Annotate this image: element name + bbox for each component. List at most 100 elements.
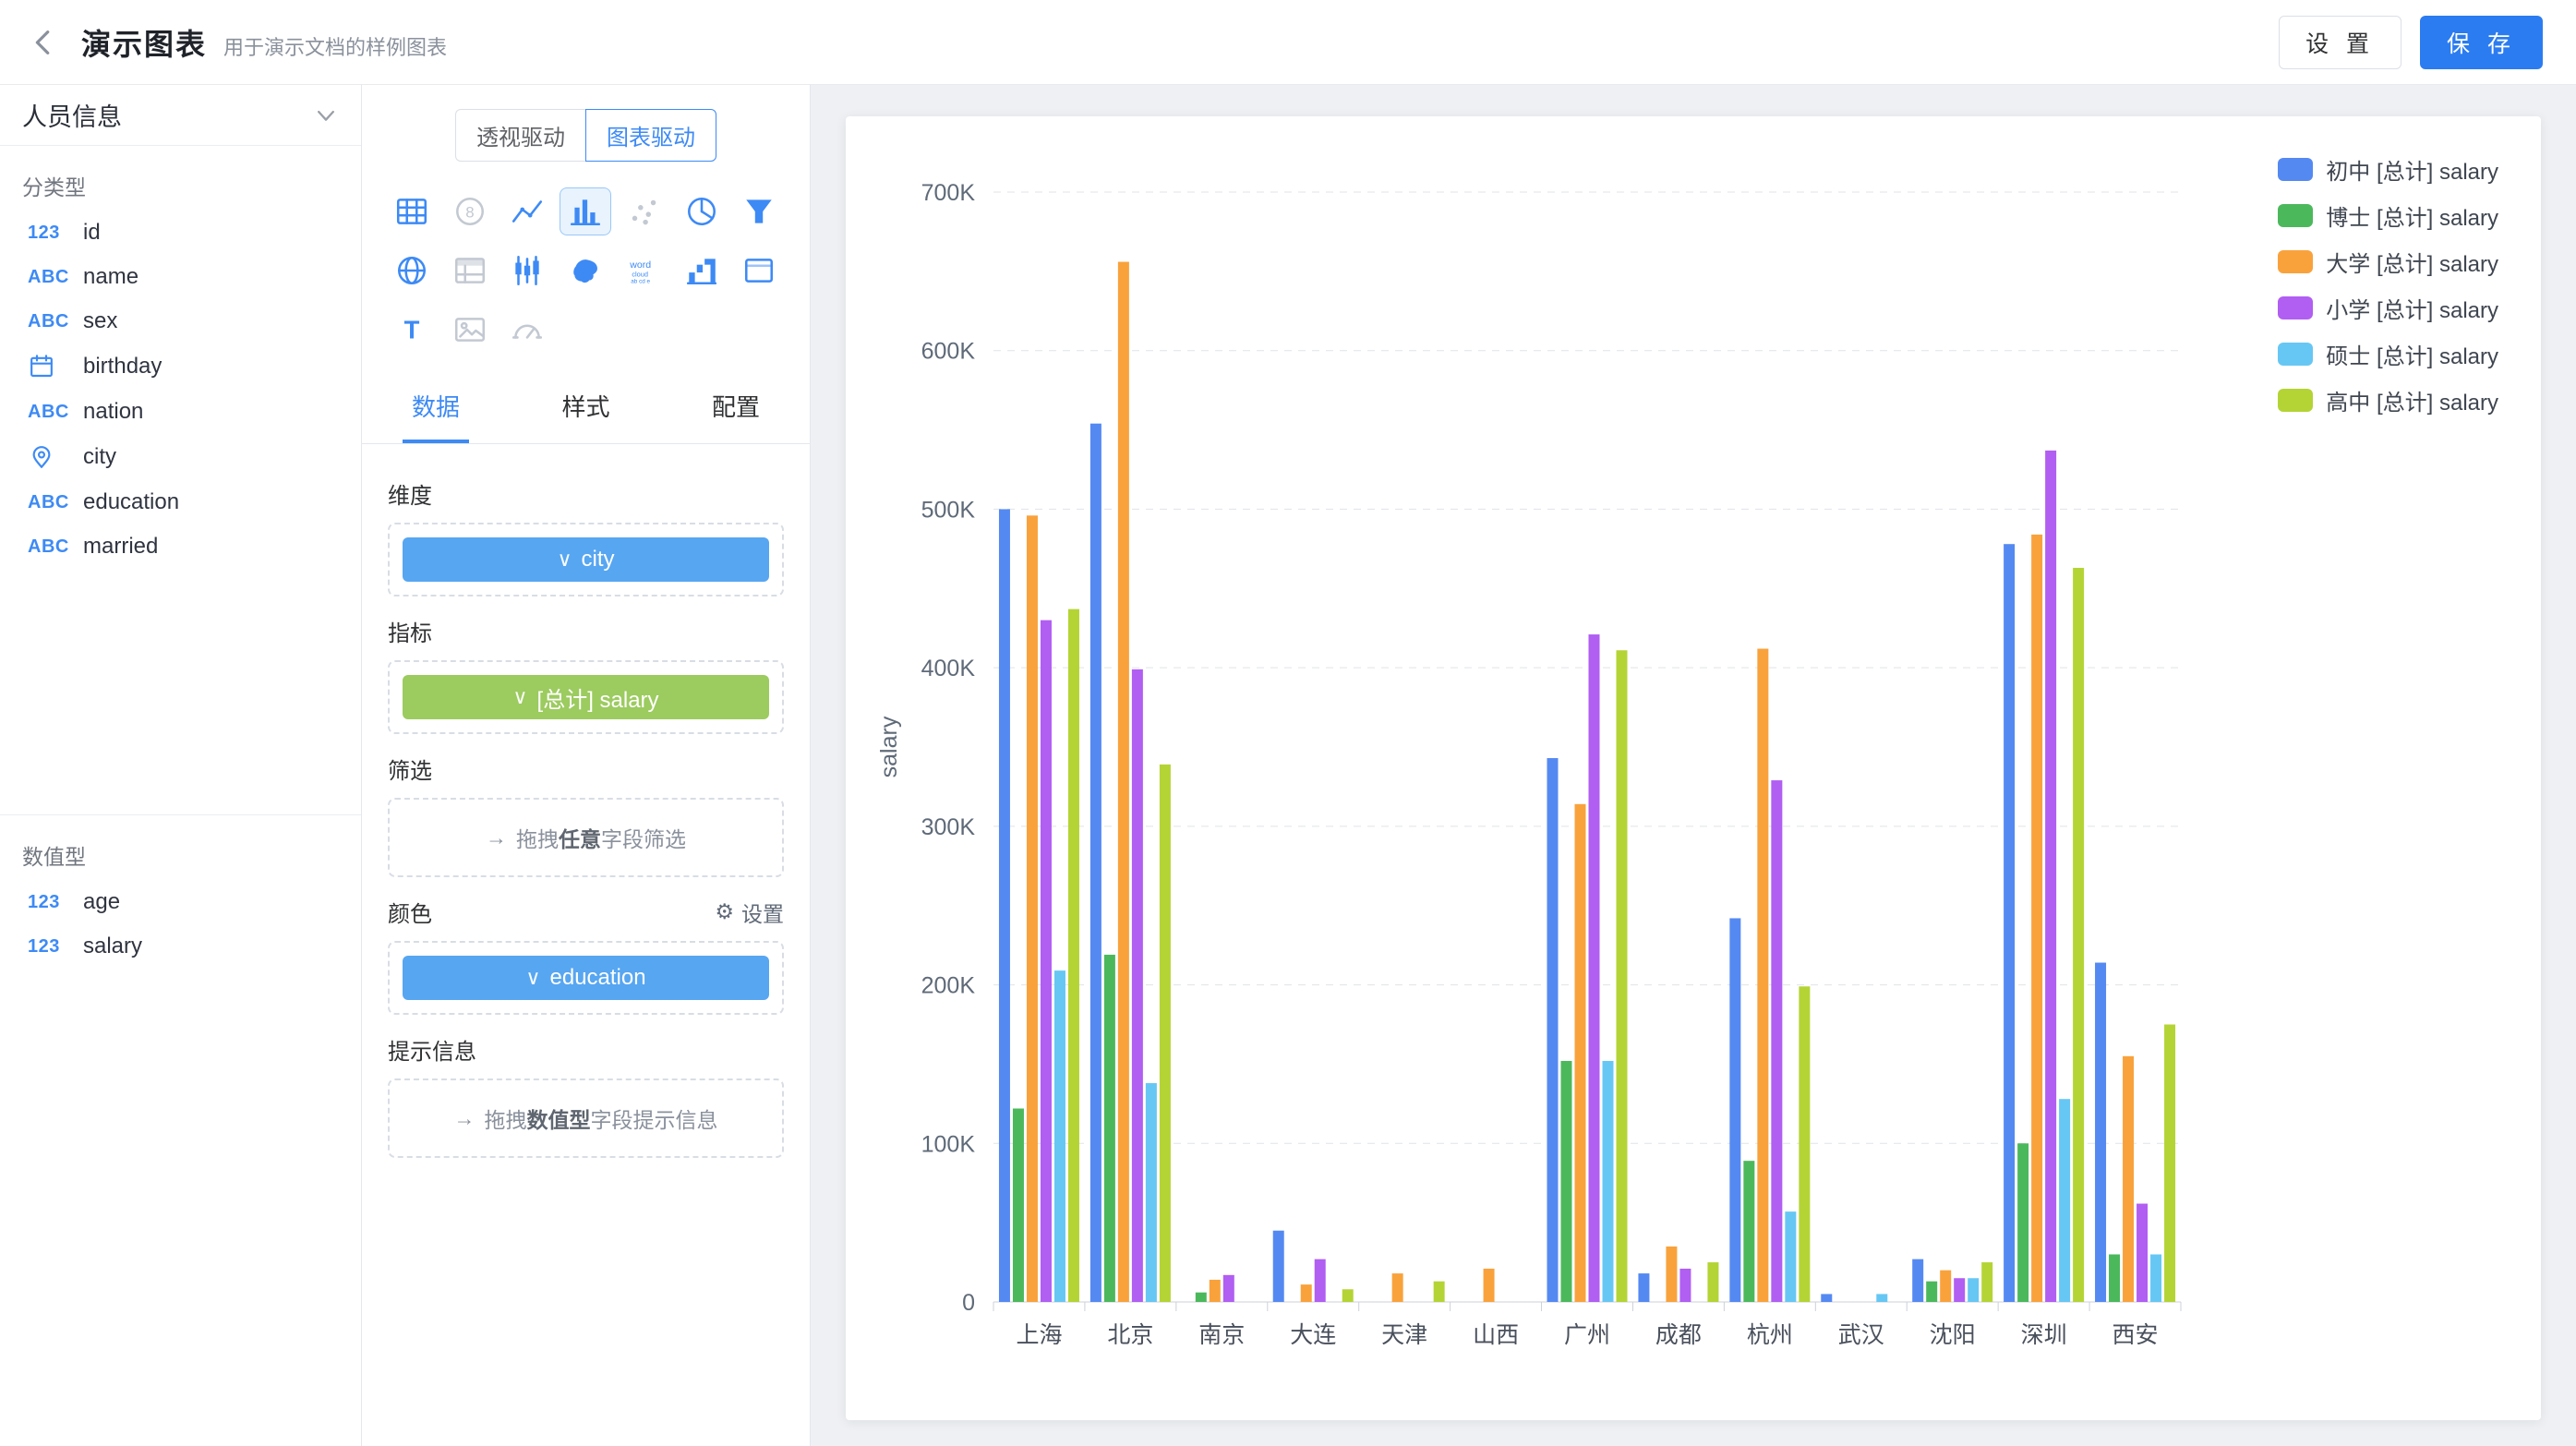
bar xyxy=(2137,1204,2148,1302)
svg-text:word: word xyxy=(629,259,651,271)
dimension-pill-city[interactable]: ∨ city xyxy=(403,537,769,582)
bar xyxy=(2109,1254,2120,1302)
bar xyxy=(1926,1282,1937,1302)
field-item-sex[interactable]: ABCsex xyxy=(0,299,361,343)
tab-config[interactable]: 配置 xyxy=(703,374,769,443)
metric-pill-salary[interactable]: ∨ [总计] salary xyxy=(403,675,769,719)
save-button[interactable]: 保 存 xyxy=(2420,16,2543,69)
field-item-birthday[interactable]: birthday xyxy=(0,343,361,390)
dataset-selector[interactable]: 人员信息 xyxy=(0,85,361,146)
field-item-salary[interactable]: 123salary xyxy=(0,924,361,969)
field-name: married xyxy=(83,534,158,560)
legend-label: 博士 [总计] salary xyxy=(2326,199,2498,232)
chevron-down-icon xyxy=(313,102,339,128)
svg-text:700K: 700K xyxy=(921,180,976,206)
page-subtitle: 用于演示文档的样例图表 xyxy=(223,31,447,61)
tooltip-dropzone[interactable]: → 拖拽数值型字段提示信息 xyxy=(388,1078,784,1158)
chart-type-pie-chart[interactable] xyxy=(676,187,728,235)
field-type-label: ABC xyxy=(28,492,83,513)
field-item-nation[interactable]: ABCnation xyxy=(0,390,361,434)
svg-text:300K: 300K xyxy=(921,814,976,840)
field-item-city[interactable]: city xyxy=(0,434,361,480)
bar xyxy=(1160,765,1171,1302)
field-type-label: ABC xyxy=(28,311,83,332)
legend-item[interactable]: 大学 [总计] salary xyxy=(2278,246,2498,278)
legend-item[interactable]: 小学 [总计] salary xyxy=(2278,292,2498,324)
bar xyxy=(1342,1289,1354,1302)
field-item-age[interactable]: 123age xyxy=(0,880,361,924)
bar xyxy=(2073,568,2084,1302)
chart-type-waterfall-chart[interactable] xyxy=(676,247,728,295)
legend-item[interactable]: 高中 [总计] salary xyxy=(2278,384,2498,416)
field-item-married[interactable]: ABCmarried xyxy=(0,524,361,569)
mode-tab-chart-driven[interactable]: 图表驱动 xyxy=(585,109,716,162)
chart-type-map-chart[interactable] xyxy=(560,247,611,295)
bar xyxy=(1821,1294,1832,1302)
field-name: salary xyxy=(83,934,142,959)
bar xyxy=(2150,1254,2161,1302)
field-type-label: 123 xyxy=(28,936,83,958)
tab-style[interactable]: 样式 xyxy=(552,374,619,443)
bar xyxy=(2004,544,2015,1302)
bar xyxy=(2123,1056,2134,1302)
table-chart-icon xyxy=(394,194,429,229)
color-settings-button[interactable]: ⚙ 设置 xyxy=(715,897,784,928)
field-item-education[interactable]: ABCeducation xyxy=(0,480,361,524)
field-type-label: ABC xyxy=(28,267,83,288)
mode-tab-pivot-driven[interactable]: 透视驱动 xyxy=(455,109,585,162)
chart-type-line-chart[interactable] xyxy=(501,187,553,235)
legend-swatch xyxy=(2278,204,2313,227)
chart-type-kline-chart[interactable] xyxy=(501,247,553,295)
chart-type-funnel-chart[interactable] xyxy=(733,187,785,235)
field-item-name[interactable]: ABCname xyxy=(0,255,361,299)
metric-label: 指标 xyxy=(388,615,784,647)
settings-button[interactable]: 设 置 xyxy=(2279,16,2401,69)
chart-card: 0100K200K300K400K500K600K700Ksalary上海北京南… xyxy=(846,116,2541,1420)
waterfall-chart-icon xyxy=(684,253,719,288)
chart-type-text-card[interactable]: T xyxy=(386,306,438,354)
field-type-label: 123 xyxy=(28,892,83,913)
filter-label: 筛选 xyxy=(388,753,784,785)
tab-data[interactable]: 数据 xyxy=(403,374,469,443)
metric-pill-label: [总计] salary xyxy=(537,681,659,714)
chart-type-bar-chart[interactable] xyxy=(560,187,611,235)
chart-type-table-chart[interactable] xyxy=(386,187,438,235)
chart-type-gauge-chart xyxy=(501,306,553,354)
color-dropzone[interactable]: ∨ education xyxy=(388,941,784,1015)
radar-chart-icon xyxy=(394,253,429,288)
bar xyxy=(1876,1294,1887,1302)
tooltip-label: 提示信息 xyxy=(388,1033,784,1066)
legend-item[interactable]: 硕士 [总计] salary xyxy=(2278,338,2498,370)
field-item-id[interactable]: 123id xyxy=(0,211,361,255)
funnel-chart-icon xyxy=(741,194,776,229)
filter-dropzone[interactable]: → 拖拽任意字段筛选 xyxy=(388,798,784,877)
back-button[interactable] xyxy=(22,21,65,64)
field-name: age xyxy=(83,889,120,915)
legend-item[interactable]: 初中 [总计] salary xyxy=(2278,153,2498,186)
legend-item[interactable]: 博士 [总计] salary xyxy=(2278,199,2498,232)
bar xyxy=(1757,649,1768,1302)
dimension-dropzone[interactable]: ∨ city xyxy=(388,523,784,596)
chart-type-radar-chart[interactable] xyxy=(386,247,438,295)
filter-group: 筛选 → 拖拽任意字段筛选 xyxy=(388,753,784,877)
pivot-table-icon xyxy=(452,253,488,288)
bar xyxy=(1132,669,1143,1302)
bar xyxy=(2031,535,2042,1302)
chart-type-word-cloud[interactable]: wordcloudab cd e xyxy=(618,247,669,295)
bar xyxy=(1013,1109,1024,1302)
field-name: nation xyxy=(83,399,143,425)
bar xyxy=(1743,1161,1754,1302)
calendar-icon xyxy=(28,353,83,380)
bar xyxy=(1575,804,1586,1302)
svg-text:200K: 200K xyxy=(921,973,976,999)
bar xyxy=(2045,451,2056,1302)
bar xyxy=(1707,1262,1718,1302)
chevron-down-icon: ∨ xyxy=(525,968,540,988)
chart-type-border-frame[interactable] xyxy=(733,247,785,295)
field-sidebar: 人员信息 分类型123idABCnameABCsexbirthdayABCnat… xyxy=(0,85,362,1446)
chart-type-grid: 8wordcloudab cd eT xyxy=(362,171,810,374)
field-section-title: 数值型 xyxy=(0,815,361,880)
svg-text:南京: 南京 xyxy=(1198,1322,1245,1348)
color-pill-education[interactable]: ∨ education xyxy=(403,956,769,1000)
metric-dropzone[interactable]: ∨ [总计] salary xyxy=(388,660,784,734)
